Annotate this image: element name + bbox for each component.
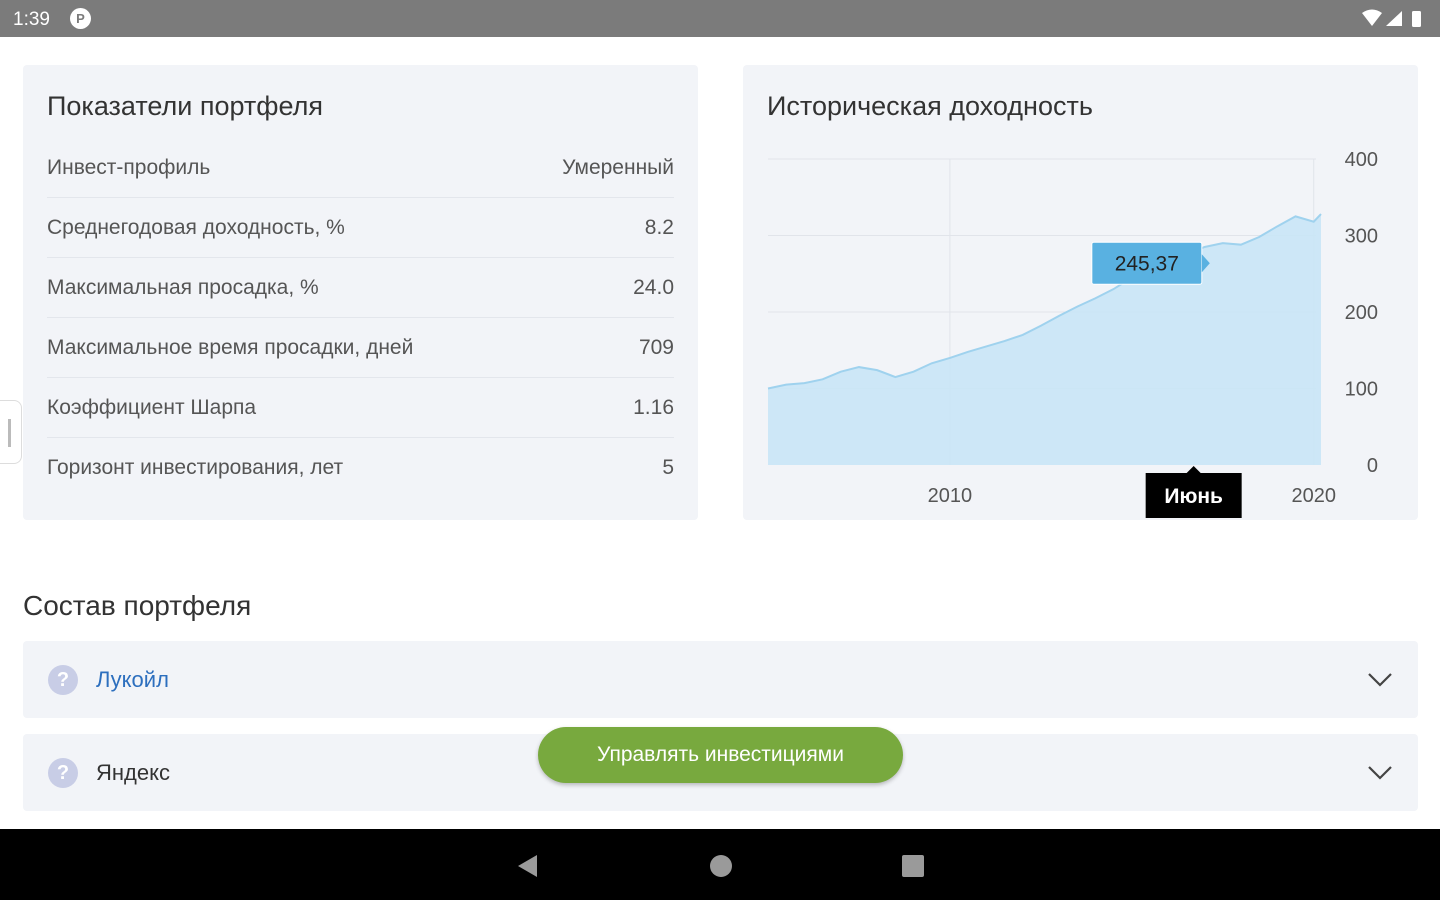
metric-row: Коэффициент Шарпа 1.16 [47,378,674,438]
data-point[interactable] [1092,295,1098,301]
data-point[interactable] [856,364,862,370]
y-tick-label: 400 [1345,149,1378,171]
data-point[interactable] [783,382,789,388]
historical-return-chart[interactable]: 400 300 200 100 0 2010 2020 245,37 Июнь [743,65,1418,520]
metric-row: Максимальное время просадки, дней 709 [47,318,674,378]
metric-label: Коэффициент Шарпа [47,395,257,419]
app-notification-icon: P [70,8,91,29]
data-point[interactable] [1256,234,1262,240]
data-point[interactable] [892,374,898,380]
stock-name[interactable]: Лукойл [96,667,169,693]
metric-label: Максимальная просадка, % [47,275,319,299]
metric-row: Горизонт инвестирования, лет 5 [47,438,674,498]
metric-label: Среднегодовая доходность, % [47,215,345,239]
metric-value: 709 [638,335,674,359]
metrics-title: Показатели портфеля [47,91,323,121]
metric-row: Максимальная просадка, % 24.0 [47,258,674,318]
y-tick-label: 300 [1345,226,1378,248]
data-point[interactable] [1202,244,1208,250]
portfolio-metrics-card: Показатели портфеля Инвест-профиль Умере… [23,65,698,520]
question-icon: ? [48,758,78,788]
chevron-down-icon[interactable] [1366,758,1394,786]
y-tick-label: 0 [1367,455,1378,477]
data-point[interactable] [1311,219,1317,225]
composition-title: Состав портфеля [23,590,252,621]
recents-icon[interactable] [898,851,928,881]
data-point[interactable] [801,380,807,386]
series-area [768,214,1321,465]
data-point[interactable] [874,367,880,373]
data-point[interactable] [1038,323,1044,329]
data-point[interactable] [1111,286,1117,292]
metric-value: 8.2 [644,215,674,239]
data-point[interactable] [1238,242,1244,248]
data-point[interactable] [820,376,826,382]
metric-value: 24.0 [633,275,674,299]
data-point[interactable] [1056,313,1062,319]
status-bar: 1:39 P [0,0,1440,37]
metric-label: Инвест-профиль [47,155,211,179]
historical-return-card: Историческая доходность 400 300 200 100 0 201… [743,65,1418,520]
metrics-list: Инвест-профиль Умеренный Среднегодовая д… [47,138,674,498]
question-icon: ? [48,665,78,695]
metric-row: Среднегодовая доходность, % 8.2 [47,198,674,258]
status-icons [1362,9,1421,27]
battery-icon [1412,11,1421,27]
metric-label: Максимальное время просадки, дней [47,335,414,359]
crosshair-pointer [1186,466,1201,473]
status-time: 1:39 [13,9,50,30]
data-point[interactable] [1293,213,1299,219]
back-icon[interactable] [513,851,543,881]
y-tick-label: 200 [1345,302,1378,324]
chevron-down-icon[interactable] [1366,665,1394,693]
data-point[interactable] [1274,223,1280,229]
x-tick-label: 2010 [928,485,973,507]
tooltip-value: 245,37 [1115,252,1179,275]
navigation-bar [0,829,1440,900]
manage-investments-button[interactable]: Управлять инвестициями [538,727,903,783]
signal-icon [1386,11,1402,26]
data-point[interactable] [1074,304,1080,310]
data-point[interactable] [947,355,953,361]
data-point[interactable] [765,386,771,392]
metric-value: Умеренный [562,155,674,179]
data-point[interactable] [983,343,989,349]
stock-name[interactable]: Яндекс [96,760,170,786]
wifi-icon [1362,9,1382,26]
metric-value: 5 [662,456,674,479]
x-tick-label: 2020 [1291,485,1336,507]
stock-row-lukoil[interactable]: ? Лукойл [23,641,1418,718]
data-point[interactable] [1220,240,1226,246]
data-point[interactable] [911,369,917,375]
data-point[interactable] [965,349,971,355]
metric-label: Горизонт инвестирования, лет [47,456,344,479]
side-drawer-handle[interactable] [0,400,22,464]
metric-value: 1.16 [633,395,674,419]
home-icon[interactable] [706,851,736,881]
metric-row: Инвест-профиль Умеренный [47,138,674,198]
data-point[interactable] [929,360,935,366]
data-point[interactable] [1020,332,1026,338]
data-point[interactable] [1318,211,1324,217]
crosshair-label: Июнь [1164,485,1223,508]
data-point[interactable] [838,369,844,375]
y-tick-label: 100 [1345,379,1378,401]
data-point[interactable] [1001,338,1007,344]
